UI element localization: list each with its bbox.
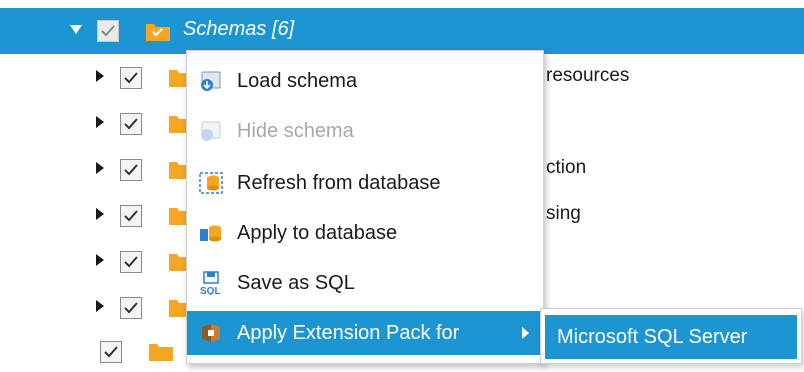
submenu-item-label: Microsoft SQL Server	[557, 326, 748, 348]
menu-item-label: Hide schema	[237, 120, 354, 142]
menu-item-label: Load schema	[237, 70, 358, 92]
checkmark-icon	[101, 25, 115, 37]
checkmark-icon	[124, 256, 138, 268]
checkmark-icon	[124, 164, 138, 176]
tree-node-label: Schemas [6]	[183, 18, 295, 40]
schema-folder-icon	[146, 24, 170, 41]
menu-item-apply-to-database[interactable]: Apply to database	[187, 211, 543, 255]
menu-item-label: Apply to database	[237, 222, 398, 244]
apply-database-icon	[200, 225, 221, 242]
row-checkbox[interactable]	[100, 341, 122, 363]
checkmark-icon	[124, 118, 138, 130]
row-checkbox[interactable]	[120, 113, 142, 135]
row-checkbox[interactable]	[120, 297, 142, 319]
folder-icon	[149, 344, 173, 361]
menu-item-label: Save as SQL	[237, 272, 355, 294]
menu-item-apply-extension-pack[interactable]: Apply Extension Pack for	[187, 311, 543, 355]
checkmark-icon	[124, 302, 138, 314]
menu-item-label: Apply Extension Pack for	[237, 322, 460, 344]
save-sql-icon: SQL	[200, 271, 221, 295]
refresh-database-icon	[199, 172, 223, 194]
extension-pack-icon	[202, 324, 220, 342]
tree-row-label: resources	[546, 65, 630, 86]
expand-arrow-icon[interactable]	[96, 254, 104, 266]
load-schema-icon	[201, 71, 221, 91]
tree-row-label: sing	[546, 203, 581, 224]
tree-row-label: ction	[546, 157, 587, 178]
menu-item-refresh-from-database[interactable]: Refresh from database	[187, 161, 543, 205]
menu-item-save-as-sql[interactable]: SQL Save as SQL	[187, 261, 543, 305]
collapse-arrow-icon[interactable]	[70, 25, 82, 34]
expand-arrow-icon[interactable]	[96, 162, 104, 174]
row-checkbox[interactable]	[120, 67, 142, 89]
checkmark-icon	[124, 72, 138, 84]
row-checkbox[interactable]	[120, 159, 142, 181]
submenu-item-microsoft-sql-server[interactable]: Microsoft SQL Server	[545, 315, 797, 359]
checkmark-icon	[124, 210, 138, 222]
menu-item-label: Refresh from database	[237, 172, 441, 194]
menu-item-load-schema[interactable]: Load schema	[187, 59, 543, 103]
schemas-checkbox[interactable]	[97, 20, 119, 42]
svg-text:SQL: SQL	[200, 286, 221, 295]
expand-arrow-icon[interactable]	[96, 208, 104, 220]
checkmark-icon	[104, 346, 118, 358]
expand-arrow-icon[interactable]	[96, 70, 104, 82]
tree-node-schemas[interactable]: Schemas [6]	[0, 8, 804, 54]
row-checkbox[interactable]	[120, 205, 142, 227]
submenu-arrow-icon	[522, 327, 529, 339]
hide-schema-icon	[201, 121, 221, 141]
context-menu: Load schema Hide schema Refresh from dat…	[186, 50, 544, 364]
expand-arrow-icon[interactable]	[96, 300, 104, 312]
expand-arrow-icon[interactable]	[96, 116, 104, 128]
menu-item-hide-schema[interactable]: Hide schema	[187, 109, 543, 153]
row-checkbox[interactable]	[120, 251, 142, 273]
submenu: Microsoft SQL Server	[540, 308, 802, 364]
